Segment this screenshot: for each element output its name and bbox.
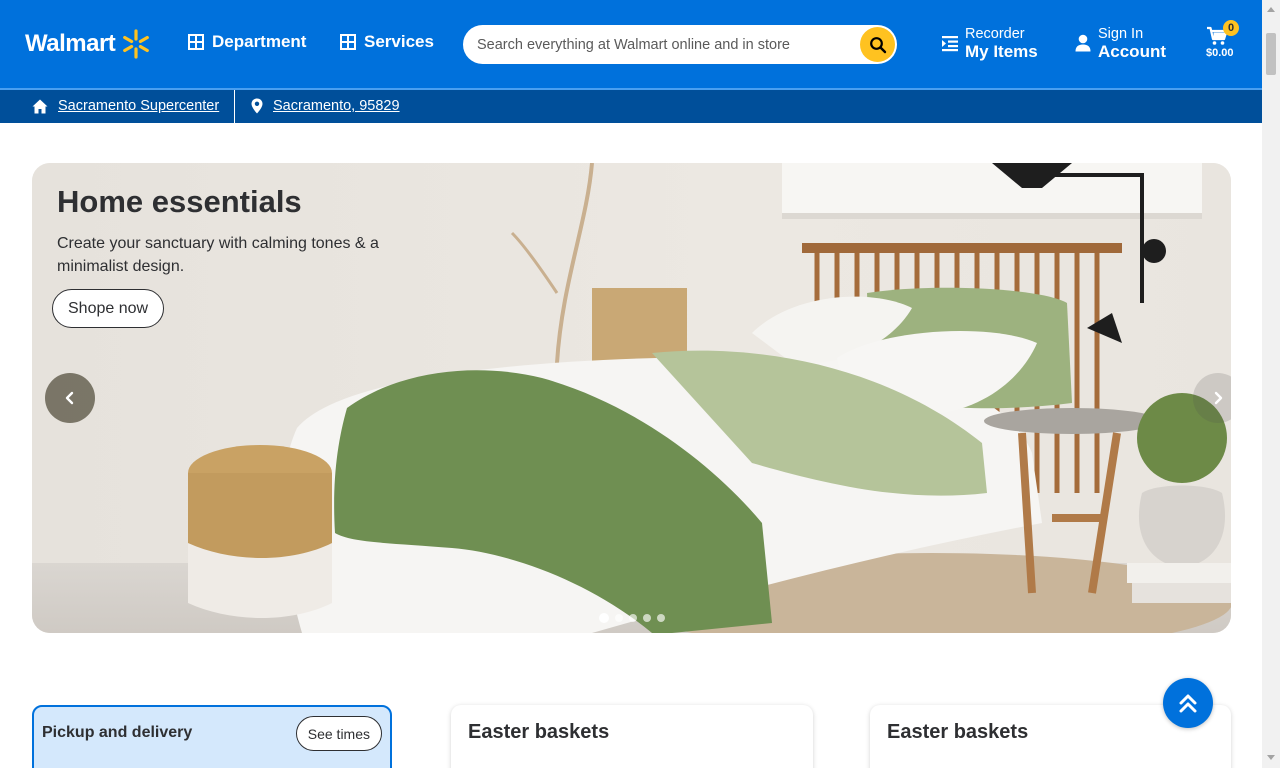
carousel-dot[interactable]: [615, 614, 623, 622]
search-bar: [463, 25, 897, 64]
zip-link[interactable]: Sacramento, 95829: [251, 98, 400, 114]
carousel-prev-button[interactable]: [45, 373, 95, 423]
department-button[interactable]: Department: [188, 32, 306, 52]
pickup-title: Pickup and delivery: [42, 724, 193, 741]
scroll-thumb[interactable]: [1266, 33, 1276, 75]
header: Walmart Department Services Search every…: [0, 0, 1262, 88]
reorder-big-label: My Items: [965, 42, 1038, 61]
cart-button[interactable]: 0 $0.00: [1206, 20, 1240, 59]
services-button[interactable]: Services: [340, 32, 434, 52]
search-button[interactable]: [860, 27, 895, 62]
back-to-top-button[interactable]: [1163, 678, 1213, 728]
walmart-logo[interactable]: Walmart: [25, 28, 152, 60]
account-small-label: Sign In: [1098, 26, 1144, 42]
logo-text: Walmart: [25, 30, 116, 57]
hero-title: Home essentials: [57, 184, 302, 219]
see-times-button[interactable]: See times: [295, 716, 382, 751]
location-divider: [234, 90, 235, 123]
chevron-right-icon: [1214, 391, 1223, 405]
carousel-dots: [599, 613, 671, 623]
carousel-dot[interactable]: [657, 614, 665, 622]
grid-icon: [340, 34, 356, 50]
location-bar: Sacramento Supercenter Sacramento, 95829: [0, 90, 1262, 123]
easter-baskets-card[interactable]: Easter baskets: [451, 705, 813, 768]
user-icon: [1075, 34, 1091, 52]
spark-logo-icon: [123, 29, 150, 59]
carousel-dot[interactable]: [629, 614, 637, 622]
chevron-left-icon: [65, 391, 74, 405]
hero-subtitle: Create your sanctuary with calming tones…: [57, 235, 379, 275]
hero-banner: Home essentials Create your sanctuary wi…: [32, 163, 1231, 633]
double-chevron-up-icon: [1179, 694, 1197, 713]
card-title: Easter baskets: [468, 721, 610, 743]
search-icon: [869, 36, 886, 53]
cart-count-badge: 0: [1223, 20, 1239, 36]
page: Walmart Department Services Search every…: [0, 0, 1280, 768]
scroll-down-arrow[interactable]: [1267, 755, 1275, 760]
services-label: Services: [364, 32, 434, 51]
grid-icon: [188, 34, 204, 50]
scroll-up-arrow[interactable]: [1267, 7, 1275, 12]
reorder-small-label: Recorder: [965, 26, 1025, 42]
reorder-button[interactable]: Recorder My Items: [941, 26, 1038, 60]
card-title: Easter baskets: [887, 721, 1029, 743]
reorder-icon: [942, 36, 958, 52]
carousel-dot[interactable]: [643, 614, 651, 622]
home-icon: [32, 99, 48, 113]
page-scrollbar[interactable]: [1262, 0, 1280, 768]
account-button[interactable]: Sign In Account: [1075, 26, 1166, 60]
cart-total: $0.00: [1206, 47, 1234, 59]
zip-text: Sacramento, 95829: [273, 98, 400, 114]
store-name: Sacramento Supercenter: [58, 98, 220, 114]
pickup-delivery-card: Pickup and delivery See times: [32, 705, 392, 768]
department-label: Department: [212, 32, 307, 51]
shop-now-button[interactable]: Shope now: [52, 289, 165, 328]
location-pin-icon: [251, 98, 263, 114]
search-input[interactable]: [477, 36, 847, 53]
account-big-label: Account: [1098, 42, 1166, 61]
carousel-dot[interactable]: [599, 613, 609, 623]
store-link[interactable]: Sacramento Supercenter: [32, 98, 219, 114]
